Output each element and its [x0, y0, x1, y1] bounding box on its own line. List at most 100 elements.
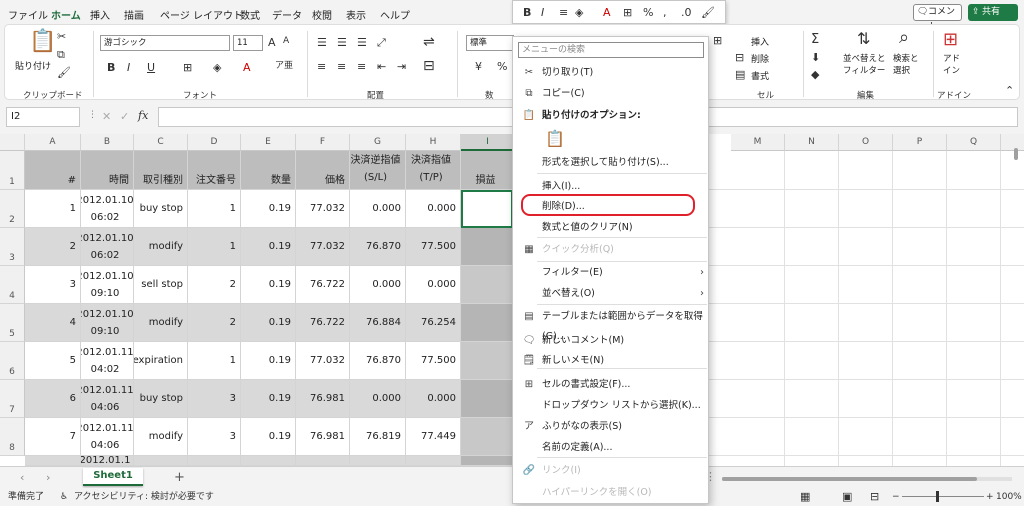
row-header[interactable]: 2 — [0, 190, 25, 228]
select-all-corner[interactable] — [0, 134, 25, 151]
font-name-select[interactable]: 游ゴシック — [100, 35, 230, 51]
clear-icon[interactable]: ◆ — [811, 69, 819, 80]
paste-button-label[interactable]: 貼り付け — [15, 59, 51, 72]
menu-item[interactable]: ⧉ コピー(C) — [513, 84, 710, 104]
table-cell[interactable]: 77.032 — [296, 342, 350, 380]
table-cell[interactable]: 2012.01.10 09:10 — [81, 266, 134, 304]
percent-icon[interactable]: % — [643, 6, 653, 19]
zoom-slider-thumb[interactable] — [936, 491, 939, 502]
table-cell[interactable] — [296, 456, 350, 466]
table-cell[interactable]: 2012.01.11 04:02 — [81, 342, 134, 380]
indent-increase-icon[interactable]: ⇥ — [397, 61, 406, 72]
table-cell[interactable]: 4 — [25, 304, 81, 342]
phonetic-icon[interactable]: ア亜 — [275, 62, 293, 71]
table-cell[interactable]: 2012.01.11 04:06 — [81, 380, 134, 418]
currency-icon[interactable]: ¥ — [475, 61, 482, 72]
addins-icon[interactable]: ⊞ — [943, 31, 958, 49]
find-select-icon[interactable]: ⌕ — [899, 29, 909, 47]
fill-color-icon[interactable]: ◈ — [575, 6, 583, 19]
prev-sheet-icon[interactable]: ‹ — [20, 472, 24, 483]
column-header[interactable]: F — [296, 134, 350, 151]
shrink-font-icon[interactable]: A — [283, 37, 289, 46]
tab-home[interactable]: ホーム — [50, 7, 82, 27]
table-cell[interactable]: 76.870 — [350, 342, 406, 380]
table-cell[interactable]: 2 — [188, 304, 241, 342]
table-cell[interactable]: 0.000 — [406, 380, 461, 418]
next-sheet-icon[interactable]: › — [46, 472, 50, 483]
bold-button[interactable]: B — [107, 62, 115, 73]
orientation-icon[interactable]: ⤢ — [377, 37, 386, 48]
table-cell-profit[interactable] — [461, 228, 515, 266]
merge-center-icon[interactable]: ⊟ — [423, 59, 435, 73]
table-cell[interactable]: 3 — [188, 418, 241, 456]
tab-draw[interactable]: 描画 — [124, 7, 144, 22]
row-header[interactable]: 8 — [0, 418, 25, 456]
table-cell[interactable]: 76.870 — [350, 228, 406, 266]
number-format-select[interactable]: 標準 — [466, 35, 514, 51]
table-cell[interactable]: 2012.01.11 04:06 — [81, 418, 134, 456]
column-header[interactable]: A — [25, 134, 81, 151]
column-header[interactable]: E — [241, 134, 296, 151]
table-cell[interactable]: 6 — [25, 380, 81, 418]
column-header[interactable]: R — [1001, 134, 1024, 151]
tab-data[interactable]: データ — [272, 7, 302, 22]
table-cell[interactable]: 1 — [25, 190, 81, 228]
insert-cells-icon[interactable]: ⊞ — [713, 35, 722, 46]
cut-icon[interactable]: ✂ — [57, 31, 66, 42]
delete-cells-icon[interactable]: ⊟ — [735, 52, 744, 63]
zoom-out-icon[interactable]: − — [892, 488, 900, 506]
column-header[interactable]: M — [731, 134, 785, 151]
align-right-icon[interactable]: ≡ — [357, 61, 366, 72]
delete-button-label[interactable]: 削除 — [751, 52, 769, 65]
share-button[interactable]: ⇪ 共有 — [968, 4, 1018, 21]
table-cell[interactable]: 2012.01.10 06:02 — [81, 228, 134, 266]
table-cell[interactable]: 76.722 — [296, 266, 350, 304]
row-header[interactable]: 5 — [0, 304, 25, 342]
menu-item[interactable]: アふりがなの表示(S) — [513, 417, 710, 437]
normal-view-icon[interactable]: ▦ — [800, 488, 810, 506]
table-cell[interactable] — [406, 456, 461, 466]
vertical-scrollbar-thumb[interactable] — [1014, 148, 1018, 160]
insert-button-label[interactable]: 挿入 — [751, 35, 769, 48]
row-header[interactable]: 6 — [0, 342, 25, 380]
column-header[interactable]: H — [406, 134, 461, 151]
tab-help[interactable]: ヘルプ — [380, 7, 410, 22]
column-header[interactable]: C — [134, 134, 188, 151]
table-cell-profit[interactable] — [461, 342, 515, 380]
format-painter-icon[interactable]: 🖌 — [701, 6, 715, 19]
fill-icon[interactable]: ⬇ — [811, 52, 820, 63]
collapse-ribbon-icon[interactable]: ⌃ — [1005, 85, 1014, 96]
table-cell-profit[interactable] — [461, 380, 515, 418]
table-cell[interactable]: 0.19 — [241, 418, 296, 456]
table-cell[interactable]: 0.19 — [241, 380, 296, 418]
table-cell[interactable]: 0.19 — [241, 342, 296, 380]
table-cell[interactable]: 7 — [25, 418, 81, 456]
font-size-select[interactable]: 11 — [233, 35, 263, 51]
table-cell[interactable]: 77.449 — [406, 418, 461, 456]
horizontal-scrollbar-thumb[interactable] — [722, 477, 977, 481]
paste-option-icon[interactable]: 📋 — [545, 129, 565, 148]
table-cell[interactable]: 3 — [25, 266, 81, 304]
table-cell[interactable]: 77.500 — [406, 228, 461, 266]
grow-font-icon[interactable]: A — [268, 37, 276, 48]
table-cell[interactable]: 76.722 — [296, 304, 350, 342]
align-icon[interactable]: ≡ — [559, 6, 568, 19]
table-cell[interactable] — [25, 456, 81, 466]
tab-file[interactable]: ファイル — [8, 7, 48, 22]
accessibility-status[interactable]: アクセシビリティ: 検討が必要です — [74, 488, 214, 506]
sort-filter-icon[interactable]: ⇅ — [857, 31, 870, 47]
table-cell[interactable]: 76.981 — [296, 380, 350, 418]
page-break-view-icon[interactable]: ⊟ — [870, 488, 879, 506]
table-cell[interactable]: buy stop — [134, 380, 188, 418]
table-cell[interactable]: 76.254 — [406, 304, 461, 342]
zoom-in-icon[interactable]: + — [986, 488, 994, 506]
menu-item[interactable]: 📋 貼り付けのオプション: — [513, 106, 710, 126]
tab-page-layout[interactable]: ページ レイアウト — [160, 7, 243, 22]
italic-button[interactable]: I — [541, 6, 544, 19]
table-cell[interactable]: 2 — [25, 228, 81, 266]
table-cell[interactable]: modify — [134, 304, 188, 342]
menu-item[interactable]: 名前の定義(A)... — [513, 438, 710, 458]
menu-item[interactable]: フィルター(E) › — [513, 263, 710, 283]
table-cell[interactable] — [241, 456, 296, 466]
menu-item[interactable]: 並べ替え(O) › — [513, 284, 710, 304]
